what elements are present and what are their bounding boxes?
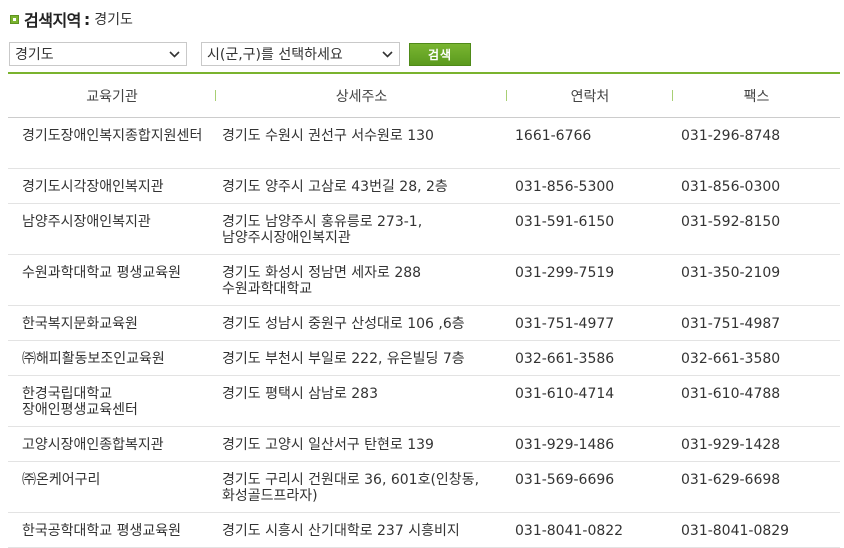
institution-phone: 1661-6766 (507, 117, 673, 169)
province-select[interactable]: 경기도 (9, 42, 187, 66)
institution-name: ㈜해피활동보조인교육원 (8, 340, 216, 376)
institution-address: 경기도 시흥시 산기대학로 237 시흥비지 (216, 512, 507, 548)
heading-colon: : (83, 9, 91, 29)
table-row: ㈜해피활동보조인교육원 경기도 부천시 부일로 222, 유은빌딩 7층 032… (8, 340, 840, 376)
column-header-phone: 연락처 (507, 74, 673, 118)
table-row: ㈜온케어구리 경기도 구리시 건원대로 36, 601호(인창동,화성골드프라자… (8, 461, 840, 513)
column-header-institution: 교육기관 (8, 74, 216, 118)
institution-phone: 031-8041-0822 (507, 512, 673, 548)
institution-address: 경기도 부천시 부일로 222, 유은빌딩 7층 (216, 340, 507, 376)
institution-address: 경기도 양주시 고삼로 43번길 28, 2층 (216, 168, 507, 204)
chevron-down-icon (381, 48, 393, 60)
institution-phone: 031-299-7519 (507, 254, 673, 306)
institution-name: ㈜온케어구리 (8, 461, 216, 513)
institution-fax: 031-610-4788 (673, 375, 840, 427)
institution-fax: 031-592-8150 (673, 203, 840, 255)
table-row: 남양주시장애인복지관 경기도 남양주시 홍유릉로 273-1, 남양주시장애인복… (8, 203, 840, 255)
institution-fax: 031-8041-0829 (673, 512, 840, 548)
institution-phone: 032-661-3586 (507, 340, 673, 376)
institution-table: 교육기관 상세주소 연락처 팩스 경기도장애인복지종합지원센터 경기도 수원시 … (8, 74, 840, 548)
square-bullet-icon (10, 14, 19, 24)
institution-fax: 031-629-6698 (673, 461, 840, 513)
institution-name: 경기도장애인복지종합지원센터 (8, 117, 216, 169)
city-select[interactable]: 시(군,구)를 선택하세요 (201, 42, 400, 66)
institution-name: 한경국립대학교 장애인평생교육센터 (8, 375, 216, 427)
column-header-address: 상세주소 (216, 74, 507, 118)
search-region-heading: 검색지역 : 경기도 (10, 8, 133, 30)
institution-phone: 031-751-4977 (507, 305, 673, 341)
institution-phone: 031-929-1486 (507, 426, 673, 462)
institution-table-container: 교육기관 상세주소 연락처 팩스 경기도장애인복지종합지원센터 경기도 수원시 … (8, 72, 840, 548)
institution-fax: 031-296-8748 (673, 117, 840, 169)
table-row: 한국복지문화교육원 경기도 성남시 중원구 산성대로 106 ,6층 031-7… (8, 305, 840, 341)
institution-fax: 032-661-3580 (673, 340, 840, 376)
institution-address: 경기도 구리시 건원대로 36, 601호(인창동,화성골드프라자) (216, 461, 507, 513)
institution-address: 경기도 고양시 일산서구 탄현로 139 (216, 426, 507, 462)
institution-name: 남양주시장애인복지관 (8, 203, 216, 255)
institution-name: 고양시장애인종합복지관 (8, 426, 216, 462)
institution-fax: 031-929-1428 (673, 426, 840, 462)
institution-phone: 031-569-6696 (507, 461, 673, 513)
institution-name: 한국복지문화교육원 (8, 305, 216, 341)
table-row: 수원과학대학교 평생교육원 경기도 화성시 정남면 세자로 288 수원과학대학… (8, 254, 840, 306)
table-row: 한경국립대학교 장애인평생교육센터 경기도 평택시 삼남로 283 031-61… (8, 375, 840, 427)
search-filters: 경기도 시(군,구)를 선택하세요 검색 (9, 42, 471, 66)
institution-fax: 031-856-0300 (673, 168, 840, 204)
table-row: 경기도장애인복지종합지원센터 경기도 수원시 권선구 서수원로 130 1661… (8, 117, 840, 169)
institution-address: 경기도 평택시 삼남로 283 (216, 375, 507, 427)
institution-fax: 031-350-2109 (673, 254, 840, 306)
institution-address: 경기도 화성시 정남면 세자로 288 수원과학대학교 (216, 254, 507, 306)
table-header-row: 교육기관 상세주소 연락처 팩스 (8, 74, 840, 118)
column-header-fax: 팩스 (673, 74, 840, 118)
institution-phone: 031-610-4714 (507, 375, 673, 427)
institution-fax: 031-751-4987 (673, 305, 840, 341)
institution-address: 경기도 수원시 권선구 서수원로 130 (216, 117, 507, 169)
institution-address: 경기도 성남시 중원구 산성대로 106 ,6층 (216, 305, 507, 341)
chevron-down-icon (168, 48, 180, 60)
table-row: 경기도시각장애인복지관 경기도 양주시 고삼로 43번길 28, 2층 031-… (8, 168, 840, 204)
institution-name: 경기도시각장애인복지관 (8, 168, 216, 204)
table-row: 한국공학대학교 평생교육원 경기도 시흥시 산기대학로 237 시흥비지 031… (8, 512, 840, 548)
heading-title: 검색지역 (24, 11, 81, 30)
province-select-value: 경기도 (15, 47, 54, 63)
institution-name: 한국공학대학교 평생교육원 (8, 512, 216, 548)
institution-address: 경기도 남양주시 홍유릉로 273-1, 남양주시장애인복지관 (216, 203, 507, 255)
institution-phone: 031-591-6150 (507, 203, 673, 255)
search-button[interactable]: 검색 (409, 42, 471, 66)
selected-region: 경기도 (94, 12, 133, 28)
table-row: 고양시장애인종합복지관 경기도 고양시 일산서구 탄현로 139 031-929… (8, 426, 840, 462)
city-select-placeholder: 시(군,구)를 선택하세요 (207, 47, 343, 63)
institution-name: 수원과학대학교 평생교육원 (8, 254, 216, 306)
institution-phone: 031-856-5300 (507, 168, 673, 204)
